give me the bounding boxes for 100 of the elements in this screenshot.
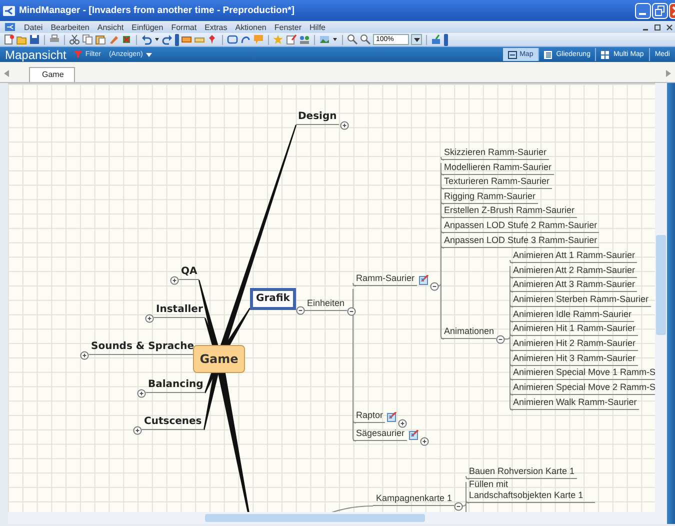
copy-icon[interactable] <box>82 34 93 45</box>
horizontal-scrollbar[interactable] <box>8 512 655 524</box>
window-title: MindManager - [Invaders from another time - Preproduction*] <box>19 5 296 16</box>
minus-circle-icon[interactable] <box>346 306 356 316</box>
subtopic[interactable]: Animieren Att 1 Ramm-Saurier <box>510 250 638 263</box>
people-icon[interactable] <box>299 34 310 45</box>
connector-line <box>510 260 514 264</box>
connector-line <box>440 156 444 160</box>
minimize-icon[interactable] <box>635 2 651 18</box>
minus-circle-icon[interactable] <box>430 282 438 290</box>
subtopic[interactable]: Animieren Walk Ramm-Saurier <box>510 396 639 410</box>
subtopic[interactable]: Animieren Idle Ramm-Saurier <box>510 308 634 322</box>
main-topic[interactable]: Grafik <box>250 288 296 310</box>
topic-icon[interactable] <box>181 34 192 45</box>
delete-icon[interactable] <box>121 34 132 45</box>
menu-item[interactable]: Format <box>171 22 197 32</box>
subtopic[interactable]: Anpassen LOD Stufe 3 Ramm-Saurier <box>441 234 600 248</box>
grid-icon <box>601 50 610 58</box>
print-icon[interactable] <box>49 34 60 45</box>
plus-circle-icon[interactable] <box>136 388 146 398</box>
vertical-scrollbar[interactable] <box>655 83 667 512</box>
plus-circle-icon[interactable] <box>420 436 428 446</box>
image-icon[interactable] <box>319 34 330 45</box>
scroll-right-icon[interactable] <box>666 70 671 77</box>
cut-icon[interactable] <box>69 34 80 45</box>
map-icon <box>508 50 517 58</box>
paste-icon[interactable] <box>95 34 106 45</box>
scrollbar-thumb[interactable] <box>205 514 425 522</box>
subtopic[interactable]: Animationen <box>441 326 496 339</box>
caret-icon <box>414 38 420 42</box>
subtopic[interactable]: Animieren Hit 2 Ramm-Saurier <box>510 338 638 351</box>
subtopic[interactable]: Animieren Hit 1 Ramm-Saurier <box>510 323 638 336</box>
subtopic[interactable]: Animieren Sterben Ramm-Saurier <box>510 294 651 307</box>
document-tab[interactable]: Game <box>29 67 75 82</box>
subtopic[interactable]: Modellieren Ramm-Saurier <box>441 162 554 175</box>
subtopic[interactable]: Füllen mit Landschaftsobjekten Karte 1 <box>466 479 595 503</box>
minus-circle-icon[interactable] <box>496 334 504 344</box>
document-icon[interactable] <box>4 22 16 32</box>
note-icon[interactable] <box>286 34 297 45</box>
menu-item[interactable]: Ansicht <box>97 22 124 32</box>
connector-line <box>352 282 356 286</box>
scrollbar-thumb[interactable] <box>656 235 666 335</box>
subtopic[interactable]: Einheiten <box>304 298 347 311</box>
scroll-left-icon[interactable] <box>4 70 9 77</box>
subtopic[interactable]: Ramm-Saurier <box>353 273 417 286</box>
subtopic[interactable]: Sägesaurier <box>353 428 407 441</box>
zoom-out-icon[interactable] <box>360 34 371 45</box>
relationship-icon[interactable] <box>240 34 251 45</box>
map-canvas[interactable] <box>8 83 655 512</box>
filter-icon <box>74 51 82 58</box>
main-topic[interactable]: Design <box>296 111 339 125</box>
minus-circle-icon[interactable] <box>454 502 462 510</box>
note-icon[interactable] <box>387 412 398 422</box>
plus-circle-icon[interactable] <box>80 350 88 360</box>
main-topic[interactable]: Cutscenes <box>142 416 204 430</box>
menu-item[interactable]: Bearbeiten <box>50 22 90 32</box>
zoom-dropdown[interactable] <box>411 34 422 45</box>
save-icon[interactable] <box>29 34 40 45</box>
subtopic[interactable]: Kampagnenkarte 1 <box>373 493 454 506</box>
app-icon[interactable] <box>3 4 15 16</box>
subtopic[interactable]: Raptor <box>353 410 386 423</box>
plus-circle-icon[interactable] <box>132 426 142 434</box>
note-icon[interactable] <box>419 275 430 285</box>
main-topic[interactable]: Balancing <box>146 379 206 393</box>
star-icon[interactable] <box>273 34 284 45</box>
plus-circle-icon[interactable] <box>398 418 406 428</box>
main-topic[interactable]: Installer <box>154 304 205 318</box>
export-icon[interactable] <box>431 34 442 45</box>
menu-item[interactable]: Datei <box>24 22 43 32</box>
subtopic[interactable]: Rigging Ramm-Saurier <box>441 190 538 204</box>
menu-item[interactable]: Hilfe <box>310 22 326 32</box>
subtopic[interactable]: Anpassen LOD Stufe 2 Ramm-Saurier <box>441 220 600 233</box>
list-icon <box>544 50 554 58</box>
new-document-icon[interactable] <box>3 34 14 45</box>
redo-icon[interactable] <box>162 34 173 45</box>
plus-circle-icon[interactable] <box>340 120 348 130</box>
boundary-icon[interactable] <box>227 34 238 45</box>
connector-line <box>466 476 470 480</box>
plus-circle-icon[interactable] <box>144 314 154 322</box>
subtopic[interactable]: Erstellen Z-Brush Ramm-Saurier <box>441 205 577 218</box>
central-topic[interactable]: Game <box>193 345 245 373</box>
subtopic[interactable]: Animieren Att 2 Ramm-Saurier <box>510 264 638 278</box>
menu-item[interactable]: Einfügen <box>132 22 164 32</box>
subtopic[interactable]: Bauen Rohversion Karte 1 <box>466 466 577 479</box>
undo-icon[interactable] <box>141 34 152 45</box>
subtopic[interactable]: Animieren Att 3 Ramm-Saurier <box>510 279 638 292</box>
restore-icon[interactable] <box>654 23 661 31</box>
close-icon[interactable] <box>666 23 673 31</box>
menu-item[interactable]: Aktionen <box>235 22 266 32</box>
main-topic[interactable]: QA <box>179 266 200 280</box>
subtopic[interactable]: Animieren Hit 3 Ramm-Saurier <box>510 352 638 366</box>
minus-circle-icon[interactable] <box>296 306 304 314</box>
zoom-in-icon[interactable] <box>347 34 358 45</box>
note-icon[interactable] <box>409 430 420 440</box>
menu-item[interactable]: Extras <box>204 22 228 32</box>
caret-icon <box>146 52 152 56</box>
subtopic[interactable]: Texturieren Ramm-Saurier <box>441 176 552 190</box>
menu-item[interactable]: Fenster <box>274 22 302 32</box>
plus-circle-icon[interactable] <box>170 276 178 284</box>
subtopic[interactable]: Skizzieren Ramm-Saurier <box>441 147 549 160</box>
